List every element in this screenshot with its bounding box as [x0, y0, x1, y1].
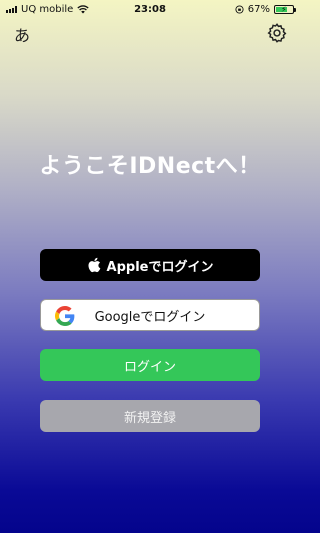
status-bar: UQ mobile 23:08 67% ⚡ — [0, 0, 300, 18]
login-label: ログイン — [123, 359, 176, 375]
login-button[interactable]: ログイン — [40, 349, 260, 381]
settings-button[interactable] — [266, 22, 288, 44]
apple-login-button[interactable]: Appleでログイン — [40, 249, 260, 281]
google-login-button[interactable]: Googleでログイン — [40, 299, 260, 331]
apple-login-label: Appleでログイン — [106, 259, 214, 275]
carrier-label: UQ mobile — [21, 3, 74, 15]
google-login-label: Googleでログイン — [94, 309, 206, 325]
battery-icon: ⚡ — [274, 4, 296, 14]
battery-percent: 67% — [247, 3, 270, 15]
status-left: UQ mobile — [0, 4, 89, 15]
apple-logo-icon — [88, 257, 100, 273]
register-button[interactable]: 新規登録 — [40, 400, 260, 432]
status-right: 67% ⚡ — [235, 4, 300, 15]
wifi-icon — [77, 4, 89, 13]
orientation-lock-icon — [235, 4, 244, 14]
welcome-title: ようこそIDNectへ！ — [39, 154, 261, 179]
register-label: 新規登録 — [123, 410, 176, 426]
google-logo-icon — [55, 306, 75, 326]
gear-icon — [267, 23, 287, 43]
signal-icon — [6, 5, 17, 13]
language-button[interactable]: あ — [10, 22, 34, 46]
charging-bolt-icon: ⚡ — [281, 4, 287, 14]
